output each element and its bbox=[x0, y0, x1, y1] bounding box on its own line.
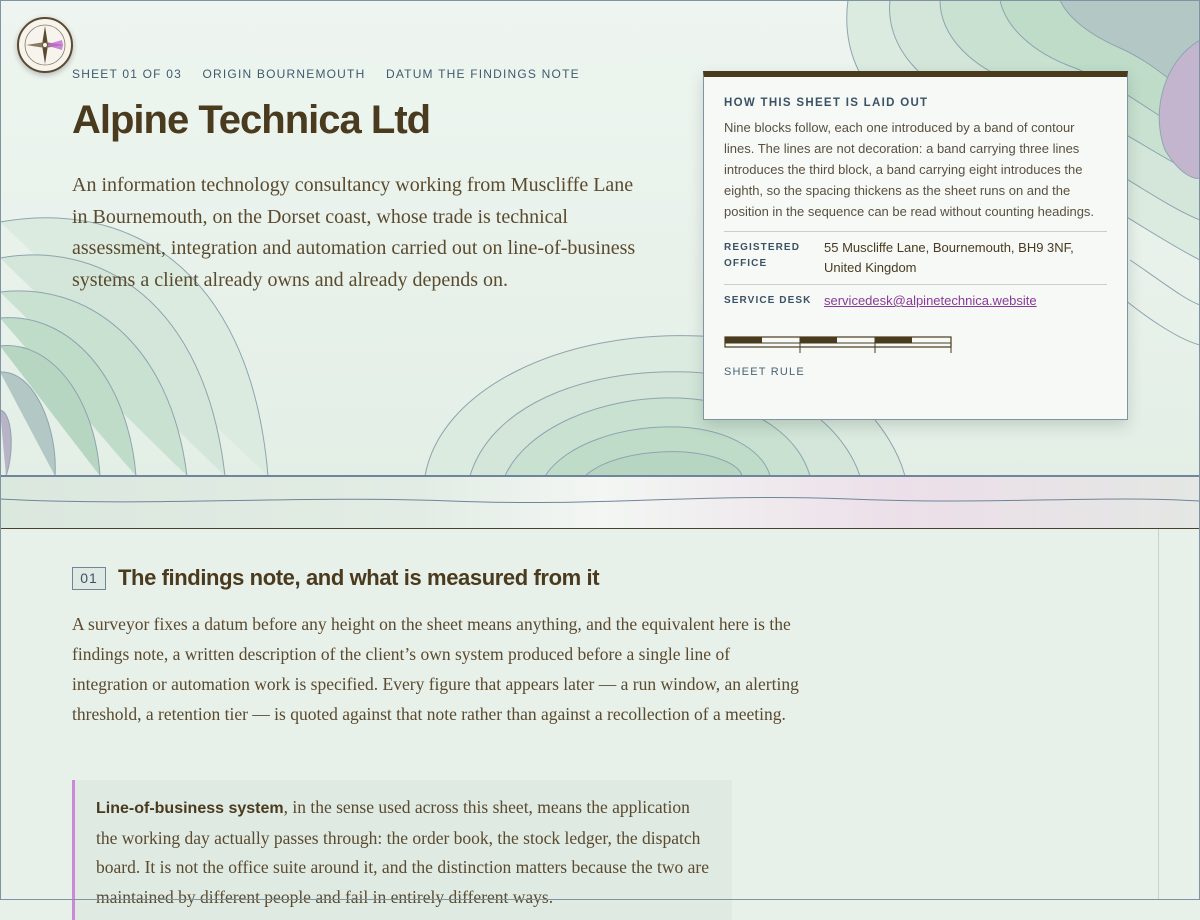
section-number-badge: 01 bbox=[72, 567, 106, 590]
service-desk-email-link[interactable]: servicedesk@alpinetechnica.website bbox=[824, 293, 1037, 308]
contour-band-line bbox=[0, 496, 1200, 504]
compass-rose-icon bbox=[17, 17, 73, 73]
legend-card: HOW THIS SHEET IS LAID OUT Nine blocks f… bbox=[703, 71, 1128, 420]
sheet-rule-caption: SHEET RULE bbox=[724, 366, 805, 378]
compass-rose-graphic bbox=[24, 24, 66, 66]
legend-title: HOW THIS SHEET IS LAID OUT bbox=[724, 97, 929, 109]
section-body: A surveyor fixes a datum before any heig… bbox=[72, 614, 799, 724]
sheet-datum: DATUM THE FINDINGS NOTE bbox=[385, 67, 580, 81]
definition-callout: Line-of-business system, in the sense us… bbox=[72, 780, 732, 920]
sheet-rule: SHEET RULE bbox=[724, 335, 1107, 378]
service-desk-label: SERVICE DESK bbox=[724, 295, 812, 306]
intro-paragraph: An information technology consultancy wo… bbox=[72, 174, 636, 291]
definition-term: Line-of-business system bbox=[96, 800, 284, 817]
office-label: REGISTERED OFFICE bbox=[724, 242, 801, 269]
margin-rule bbox=[1158, 529, 1159, 900]
office-address: 55 Muscliffe Lane, Bournemouth, BH9 3NF,… bbox=[824, 240, 1074, 275]
sheet-origin: ORIGIN BOURNEMOUTH bbox=[202, 67, 366, 81]
section-findings-note: 01 The findings note, and what is measur… bbox=[0, 529, 1200, 920]
page-title: Alpine Technica Ltd bbox=[72, 98, 431, 142]
legend-body: Nine blocks follow, each one introduced … bbox=[724, 120, 1095, 219]
sheet-number: SHEET 01 OF 03 bbox=[72, 67, 182, 81]
sheet-meta: SHEET 01 OF 03 ORIGIN BOURNEMOUTH DATUM … bbox=[72, 67, 596, 81]
contour-band bbox=[0, 477, 1200, 529]
service-desk-row: SERVICE DESK servicedesk@alpinetechnica.… bbox=[724, 284, 1107, 317]
office-row: REGISTERED OFFICE 55 Muscliffe Lane, Bou… bbox=[724, 231, 1107, 284]
scale-bar-graphic bbox=[724, 336, 952, 353]
section-title: The findings note, and what is measured … bbox=[118, 565, 600, 590]
